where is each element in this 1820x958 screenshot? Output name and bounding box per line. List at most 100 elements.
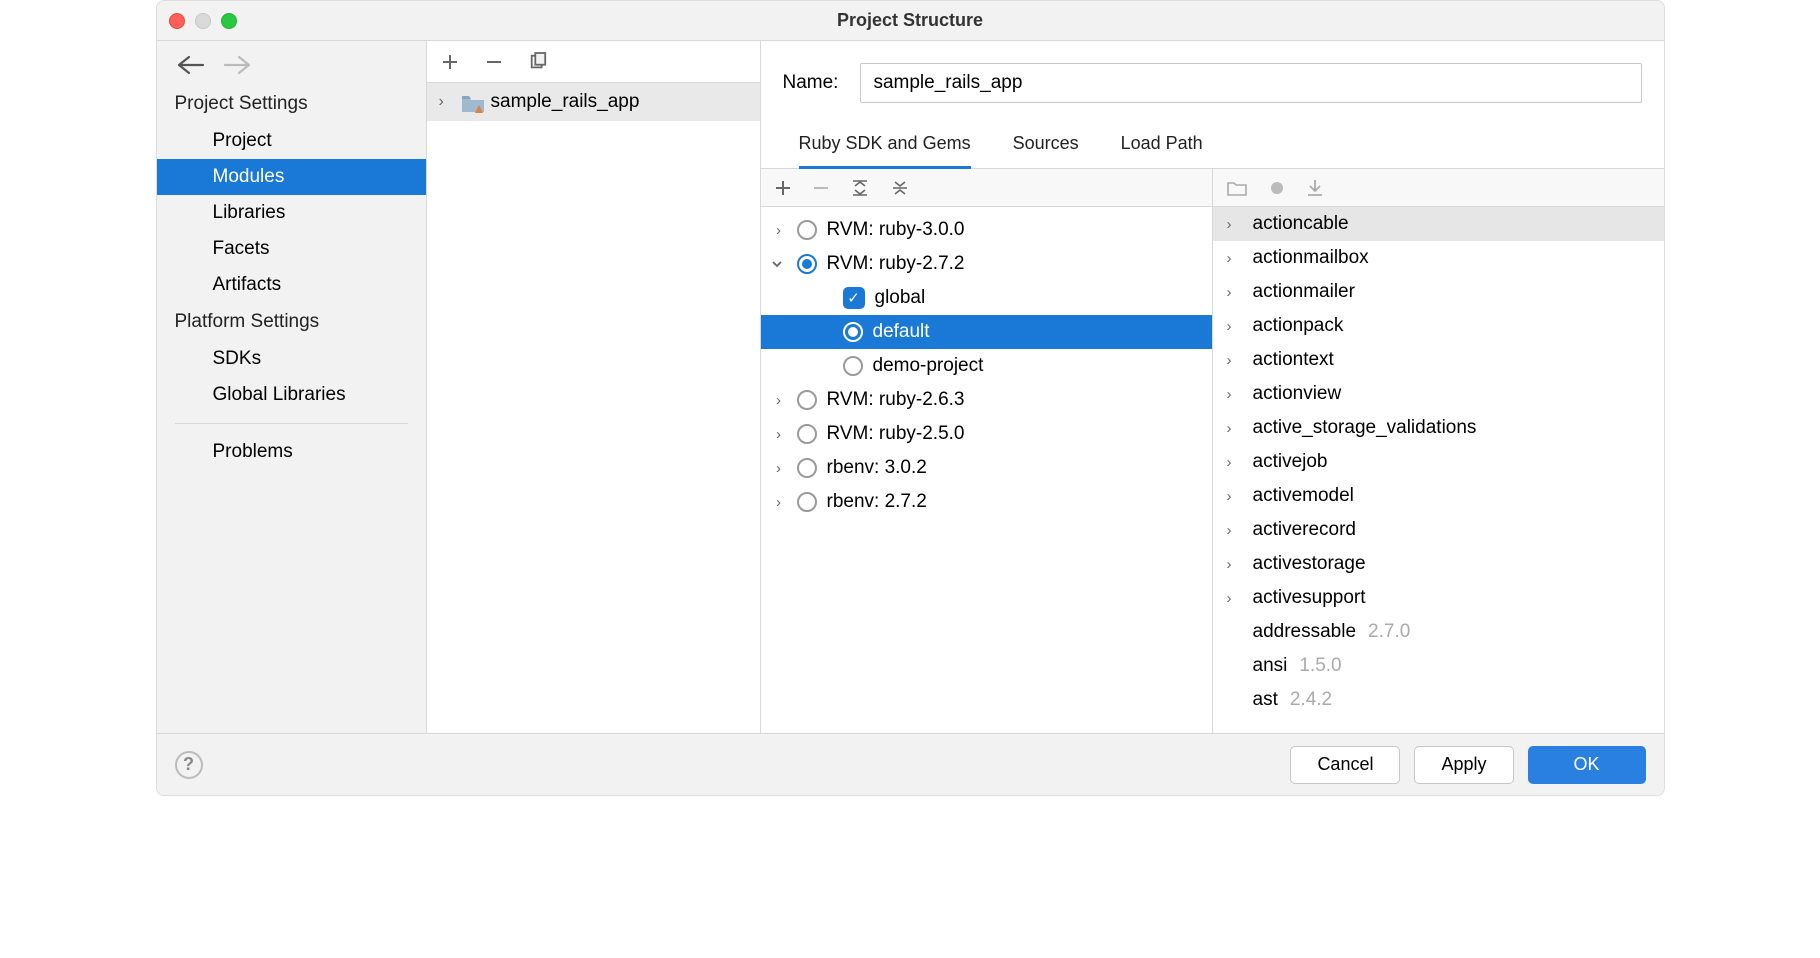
back-icon[interactable]: [177, 55, 205, 75]
forward-icon[interactable]: [223, 55, 251, 75]
chevron-right-icon: ›: [771, 494, 787, 511]
minimize-button[interactable]: [195, 13, 211, 29]
sdk-item[interactable]: › rbenv: 2.7.2: [761, 485, 1212, 519]
chevron-right-icon: [817, 358, 833, 375]
gem-row[interactable]: ›actionpack: [1213, 309, 1664, 343]
open-folder-icon[interactable]: [1227, 180, 1247, 196]
sdk-item-label: rbenv: 2.7.2: [827, 491, 927, 513]
radio-icon[interactable]: [797, 424, 817, 444]
chevron-right-icon: ›: [771, 460, 787, 477]
ok-button[interactable]: OK: [1528, 746, 1646, 784]
sdk-item[interactable]: ›RVM: ruby-3.0.0: [761, 213, 1212, 247]
gem-row[interactable]: ›actionview: [1213, 377, 1664, 411]
sidebar: Project SettingsProjectModulesLibrariesF…: [157, 41, 427, 733]
sidebar-item-global-libraries[interactable]: Global Libraries: [157, 377, 426, 413]
download-icon[interactable]: [1307, 179, 1323, 197]
tab-sources[interactable]: Sources: [1013, 125, 1079, 168]
sdk-item-label: RVM: ruby-3.0.0: [827, 219, 965, 241]
sidebar-item-problems[interactable]: Problems: [157, 434, 426, 470]
sdk-item[interactable]: ›rbenv: 3.0.2: [761, 451, 1212, 485]
chevron-right-icon: ›: [771, 392, 787, 409]
sdk-item[interactable]: default: [761, 315, 1212, 349]
radio-icon[interactable]: [797, 254, 817, 274]
sidebar-item-project[interactable]: Project: [157, 123, 426, 159]
gem-row[interactable]: ›activejob: [1213, 445, 1664, 479]
gem-name: activerecord: [1253, 519, 1357, 541]
sidebar-item-artifacts[interactable]: Artifacts: [157, 267, 426, 303]
gem-row[interactable]: ›ansi1.5.0: [1213, 649, 1664, 683]
gem-row[interactable]: › activestorage: [1213, 547, 1664, 581]
chevron-right-icon: [817, 290, 833, 307]
gem-row[interactable]: ›activemodel: [1213, 479, 1664, 513]
content: Project SettingsProjectModulesLibrariesF…: [157, 41, 1664, 733]
add-icon[interactable]: [441, 53, 459, 71]
gem-row[interactable]: ›active_storage_validations: [1213, 411, 1664, 445]
chevron-right-icon: [817, 324, 833, 341]
gem-name: actionmailer: [1253, 281, 1355, 303]
sdk-item[interactable]: ✓global: [761, 281, 1212, 315]
radio-icon[interactable]: [797, 492, 817, 512]
collapse-all-icon[interactable]: [891, 179, 909, 197]
radio-icon[interactable]: [843, 356, 863, 376]
sidebar-item-facets[interactable]: Facets: [157, 231, 426, 267]
nav-buttons: [157, 49, 426, 85]
sidebar-item-modules[interactable]: Modules: [157, 159, 426, 195]
gem-name: activesupport: [1253, 587, 1366, 609]
add-sdk-icon[interactable]: [775, 180, 791, 196]
apply-button[interactable]: Apply: [1414, 746, 1513, 784]
checkbox-icon[interactable]: ✓: [843, 287, 865, 309]
chevron-right-icon: ›: [439, 93, 453, 111]
circle-icon[interactable]: [1269, 180, 1285, 196]
radio-icon[interactable]: [797, 220, 817, 240]
modules-toolbar: [427, 41, 760, 83]
gem-row[interactable]: ›activesupport: [1213, 581, 1664, 615]
copy-icon[interactable]: [529, 53, 547, 71]
tab-ruby-sdk-and-gems[interactable]: Ruby SDK and Gems: [799, 125, 971, 169]
radio-icon[interactable]: [797, 390, 817, 410]
expand-all-icon[interactable]: [851, 179, 869, 197]
sidebar-divider: [175, 423, 408, 424]
sidebar-heading: Project Settings: [157, 85, 426, 123]
gem-row[interactable]: › activerecord: [1213, 513, 1664, 547]
gem-row[interactable]: ›ast2.4.2: [1213, 683, 1664, 717]
radio-icon[interactable]: [843, 322, 863, 342]
gem-name: activejob: [1253, 451, 1328, 473]
folder-icon: [461, 93, 483, 111]
remove-sdk-icon[interactable]: [813, 180, 829, 196]
tab-load-path[interactable]: Load Path: [1121, 125, 1203, 168]
close-button[interactable]: [169, 13, 185, 29]
chevron-right-icon: ›: [1227, 556, 1241, 573]
gem-row[interactable]: ›actionmailer: [1213, 275, 1664, 309]
gem-row[interactable]: ›actioncable: [1213, 207, 1664, 241]
help-button[interactable]: ?: [175, 751, 203, 779]
chevron-down-icon: [771, 258, 787, 270]
chevron-right-icon: ›: [771, 426, 787, 443]
sdk-item[interactable]: demo-project: [761, 349, 1212, 383]
sdk-item[interactable]: ›RVM: ruby-2.6.3: [761, 383, 1212, 417]
gem-name: activemodel: [1253, 485, 1354, 507]
gem-name: activestorage: [1253, 553, 1366, 575]
cancel-button[interactable]: Cancel: [1290, 746, 1400, 784]
sdk-toolbar: [761, 169, 1212, 207]
sdk-item-label: RVM: ruby-2.7.2: [827, 253, 965, 275]
window-controls: [169, 13, 237, 29]
chevron-right-icon: ›: [1227, 522, 1241, 539]
module-name-input[interactable]: [860, 63, 1641, 103]
gem-name: ansi: [1253, 655, 1288, 677]
sidebar-item-libraries[interactable]: Libraries: [157, 195, 426, 231]
sdk-item[interactable]: ›RVM: ruby-2.5.0: [761, 417, 1212, 451]
sdk-item-label: demo-project: [873, 355, 984, 377]
sdk-item[interactable]: RVM: ruby-2.7.2: [761, 247, 1212, 281]
chevron-right-icon: ›: [1227, 386, 1241, 403]
chevron-right-icon: ›: [1227, 318, 1241, 335]
remove-icon[interactable]: [485, 53, 503, 71]
gem-row[interactable]: ›actionmailbox: [1213, 241, 1664, 275]
gem-row[interactable]: ›actiontext: [1213, 343, 1664, 377]
chevron-right-icon: ›: [1227, 250, 1241, 267]
maximize-button[interactable]: [221, 13, 237, 29]
gem-row[interactable]: ›addressable2.7.0: [1213, 615, 1664, 649]
name-row: Name:: [761, 41, 1664, 111]
sidebar-item-sdks[interactable]: SDKs: [157, 341, 426, 377]
module-root-row[interactable]: › sample_rails_app: [427, 83, 760, 121]
radio-icon[interactable]: [797, 458, 817, 478]
